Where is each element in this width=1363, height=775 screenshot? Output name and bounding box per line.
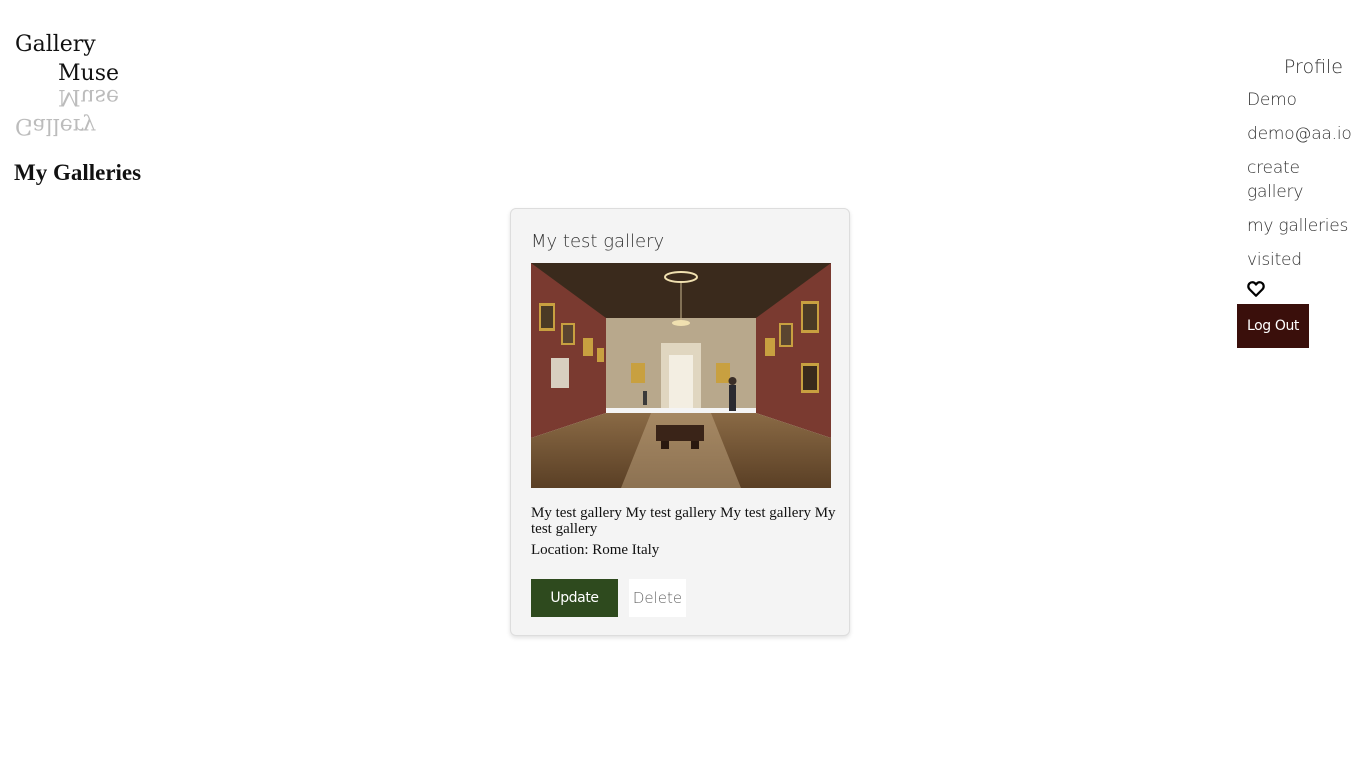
nav-visited-link[interactable]: visited: [1247, 248, 1357, 272]
nav-email[interactable]: demo@aa.io: [1247, 122, 1357, 146]
gallery-image[interactable]: [531, 263, 831, 488]
logout-button[interactable]: Log Out: [1237, 304, 1309, 348]
logo-reflection: Gallery Muse: [15, 82, 145, 140]
gallery-card: My test gallery My test gallery My test …: [510, 208, 850, 636]
gallery-description: My test gallery My test gallery My test …: [531, 505, 836, 537]
logo-reflection-muse: Muse: [58, 84, 120, 109]
nav-create-gallery-link[interactable]: create gallery: [1247, 156, 1307, 204]
profile-nav: Profile Demo demo@aa.io create gallery m…: [1237, 56, 1357, 348]
logo-text-gallery: Gallery: [15, 32, 96, 57]
gallery-location: Location: Rome Italy: [531, 542, 660, 558]
site-logo[interactable]: Gallery Muse Gallery Muse: [15, 30, 145, 140]
update-button[interactable]: Update: [531, 579, 618, 617]
logo-reflection-gallery: Gallery: [15, 113, 96, 138]
page-title: My Galleries: [14, 160, 142, 185]
gallery-card-title[interactable]: My test gallery: [531, 231, 664, 252]
heart-icon[interactable]: [1247, 280, 1265, 298]
nav-username[interactable]: Demo: [1247, 88, 1357, 112]
nav-my-galleries-link[interactable]: my galleries: [1247, 214, 1357, 238]
profile-heading: Profile: [1283, 56, 1343, 78]
delete-button[interactable]: Delete: [629, 579, 686, 617]
